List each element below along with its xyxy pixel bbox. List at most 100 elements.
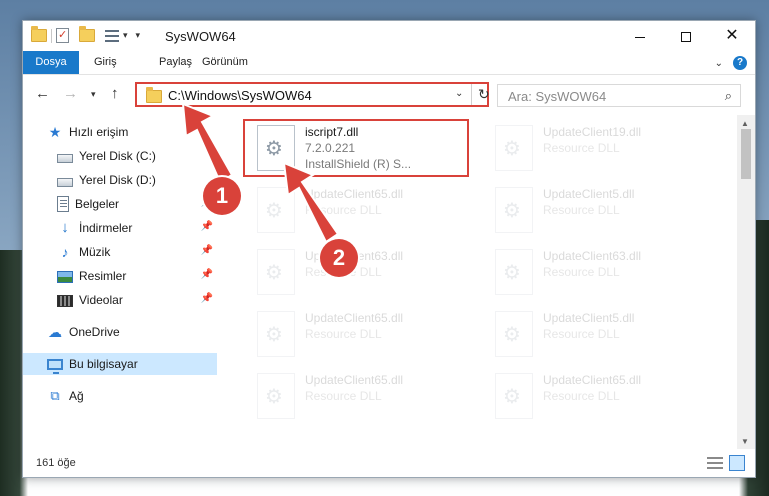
file-item[interactable]: UpdateClient5.dll Resource DLL: [483, 305, 703, 363]
sidebar-item-onedrive[interactable]: ☁ OneDrive: [23, 321, 217, 343]
sidebar-item-network[interactable]: ⧉ Ağ: [23, 385, 217, 407]
ribbon-tabs: Dosya Giriş Paylaş Görünüm ⌄ ?: [23, 51, 755, 75]
highlight-box-file: [243, 119, 469, 177]
quick-access-toolbar: ▾ ▾: [31, 26, 141, 43]
sidebar-item-local-disk-d[interactable]: Yerel Disk (D:): [23, 169, 217, 191]
sidebar-item-label: Resimler: [79, 269, 127, 283]
sidebar-item-videos[interactable]: Videolar 📌: [23, 289, 217, 311]
sidebar-item-label: İndirmeler: [79, 221, 133, 235]
sidebar-item-quick-access[interactable]: ★ Hızlı erişim: [23, 121, 217, 143]
window-title: SysWOW64: [165, 29, 236, 44]
sidebar-item-music[interactable]: ♪ Müzik 📌: [23, 241, 217, 263]
cloud-icon: ☁: [48, 324, 62, 340]
scroll-up-icon[interactable]: ▲: [741, 119, 749, 128]
dll-file-icon: [257, 249, 295, 295]
folder-icon: [31, 26, 47, 42]
annotation-marker-1: 1: [203, 177, 241, 215]
scroll-thumb[interactable]: [741, 129, 751, 179]
pin-icon[interactable]: 📌: [201, 269, 213, 280]
back-arrow-icon[interactable]: ←: [35, 85, 50, 102]
file-name: UpdateClient65.dll: [305, 311, 404, 325]
annotation-marker-2: 2: [320, 239, 358, 277]
file-type: Resource DLL: [543, 327, 620, 341]
sidebar-item-local-disk-c[interactable]: Yerel Disk (C:): [23, 145, 217, 167]
file-name: UpdateClient65.dll: [305, 187, 404, 201]
expand-ribbon-icon[interactable]: ⌄: [715, 58, 723, 69]
file-type: Resource DLL: [305, 327, 382, 341]
tab-view[interactable]: Görünüm: [202, 51, 248, 74]
item-count: 161 öğe: [36, 457, 76, 469]
sidebar-item-label: Belgeler: [75, 197, 120, 211]
help-icon[interactable]: ?: [733, 56, 747, 70]
explorer-window: ▾ ▾ SysWOW64 ✕ Dosya Giriş Paylaş Görünü…: [22, 20, 756, 478]
close-button[interactable]: ✕: [709, 21, 755, 51]
file-item[interactable]: UpdateClient19.dll Resource DLL: [483, 119, 703, 177]
details-view-icon[interactable]: [707, 457, 723, 469]
search-icon[interactable]: ⌕: [725, 88, 732, 104]
up-arrow-icon[interactable]: ↑: [111, 85, 119, 102]
search-input[interactable]: Ara: SysWOW64: [508, 89, 606, 104]
download-icon: ↓: [61, 219, 69, 236]
dll-file-icon: [495, 373, 533, 419]
large-icons-view-icon[interactable]: [729, 455, 745, 471]
new-folder-icon[interactable]: [79, 26, 95, 42]
maximize-icon: [681, 32, 691, 43]
computer-icon: [47, 359, 63, 374]
sidebar-item-label: Müzik: [79, 245, 111, 259]
search-box[interactable]: Ara: SysWOW64 ⌕: [497, 84, 741, 107]
address-dropdown-icon[interactable]: ⌄: [455, 88, 463, 99]
refresh-icon[interactable]: ↻: [478, 86, 490, 103]
document-icon: [57, 196, 69, 212]
sidebar-item-downloads[interactable]: ↓ İndirmeler 📌: [23, 217, 217, 239]
customize-toolbar-icon[interactable]: ▾: [136, 30, 141, 41]
sidebar-item-this-pc[interactable]: Bu bilgisayar: [23, 353, 217, 375]
sidebar-item-label: Bu bilgisayar: [69, 357, 138, 371]
dll-file-icon: [495, 125, 533, 171]
dll-file-icon: [495, 249, 533, 295]
minimize-button[interactable]: [617, 21, 663, 51]
star-icon: ★: [48, 124, 62, 140]
file-item[interactable]: UpdateClient65.dll Resource DLL: [483, 367, 703, 425]
minimize-icon: [635, 36, 645, 38]
tab-share[interactable]: Paylaş: [159, 51, 192, 74]
sidebar-item-label: Ağ: [69, 389, 84, 403]
sidebar-item-label: Hızlı erişim: [69, 125, 129, 139]
pin-icon[interactable]: 📌: [201, 293, 213, 304]
forward-arrow-icon[interactable]: →: [63, 85, 78, 102]
separator: [51, 28, 52, 43]
sidebar-item-label: Yerel Disk (D:): [79, 173, 156, 187]
address-path[interactable]: C:\Windows\SysWOW64: [168, 88, 312, 103]
properties-icon[interactable]: [56, 28, 69, 43]
file-name: UpdateClient63.dll: [543, 249, 642, 263]
file-item[interactable]: UpdateClient65.dll Resource DLL: [245, 305, 465, 363]
dll-file-icon: [257, 187, 295, 233]
sidebar-item-pictures[interactable]: Resimler 📌: [23, 265, 217, 287]
scroll-down-icon[interactable]: ▼: [741, 437, 749, 446]
file-type: Resource DLL: [543, 203, 620, 217]
video-icon: [57, 295, 73, 307]
view-icon[interactable]: [105, 29, 119, 42]
close-icon: ✕: [725, 27, 739, 44]
view-dropdown-icon[interactable]: ▾: [123, 30, 128, 41]
dll-file-icon: [257, 373, 295, 419]
title-bar: ▾ ▾ SysWOW64 ✕: [23, 21, 755, 51]
recent-locations-icon[interactable]: ▾: [91, 89, 96, 100]
ribbon-controls: ⌄ ?: [715, 56, 747, 70]
vertical-scrollbar[interactable]: ▲ ▼: [737, 115, 755, 449]
file-item[interactable]: UpdateClient65.dll Resource DLL: [245, 367, 465, 425]
address-bar[interactable]: C:\Windows\SysWOW64 ⌄ ↻: [135, 82, 490, 107]
sidebar-item-documents[interactable]: Belgeler 📌: [23, 193, 217, 215]
maximize-button[interactable]: [663, 21, 709, 51]
pictures-icon: [57, 271, 73, 283]
pin-icon[interactable]: 📌: [201, 245, 213, 256]
dll-file-icon: [495, 311, 533, 357]
file-type: Resource DLL: [543, 141, 620, 155]
tab-home[interactable]: Giriş: [94, 51, 117, 74]
file-item[interactable]: UpdateClient5.dll Resource DLL: [483, 181, 703, 239]
file-item[interactable]: UpdateClient65.dll Resource DLL: [245, 181, 465, 239]
file-item[interactable]: UpdateClient63.dll Resource DLL: [483, 243, 703, 301]
sidebar-item-label: Videolar: [79, 293, 123, 307]
pin-icon[interactable]: 📌: [201, 221, 213, 232]
tab-file[interactable]: Dosya: [23, 51, 79, 74]
folder-icon: [146, 87, 162, 103]
